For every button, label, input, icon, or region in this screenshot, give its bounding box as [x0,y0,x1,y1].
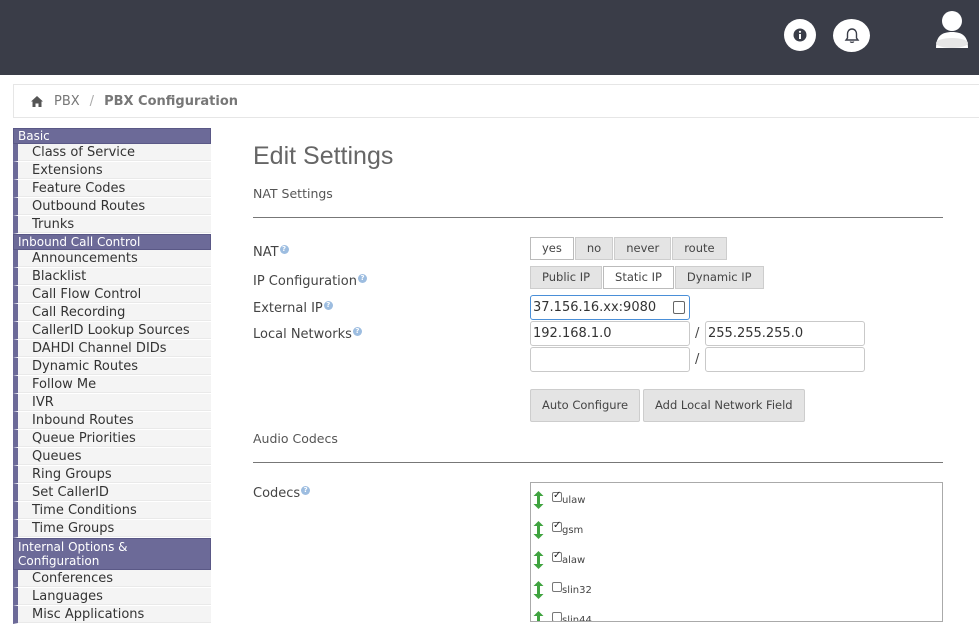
codec-item: ulaw [531,490,585,510]
sidebar-item-time-conditions[interactable]: Time Conditions [13,502,211,520]
sidebar-item-time-groups[interactable]: Time Groups [13,520,211,538]
drag-handle-icon[interactable] [533,611,544,622]
help-icon[interactable]: ? [279,245,289,254]
user-avatar-icon[interactable] [934,8,970,48]
sidebar-item-announcements[interactable]: Announcements [13,250,211,268]
nat-settings-heading: NAT Settings [253,186,333,201]
help-icon[interactable]: ? [301,486,311,495]
add-local-network-field-button[interactable]: Add Local Network Field [643,389,805,422]
drag-handle-icon[interactable] [533,521,544,539]
sidebar-item-outbound-routes[interactable]: Outbound Routes [13,198,211,216]
ip-configuration-label: IP Configuration? [253,274,367,289]
drag-handle-icon[interactable] [533,491,544,509]
sidebar-item-languages[interactable]: Languages [13,588,211,606]
sidebar-item-blacklist[interactable]: Blacklist [13,268,211,286]
keyboard-icon[interactable] [673,301,685,314]
sidebar-item-dahdi-channel-dids[interactable]: DAHDI Channel DIDs [13,340,211,358]
ip-option-static[interactable]: Static IP [603,266,674,289]
local-network-mask-input[interactable]: 255.255.255.0 [705,321,865,346]
notifications-button[interactable] [833,19,870,52]
nat-option-yes[interactable]: yes [530,237,574,260]
codec-name: slin44 [562,614,592,622]
sidebar-item-queues[interactable]: Queues [13,448,211,466]
sidebar-item-ring-groups[interactable]: Ring Groups [13,466,211,484]
breadcrumb-separator: / [89,93,95,109]
nat-button-group: yes no never route [530,237,728,260]
sidebar-item-call-flow-control[interactable]: Call Flow Control [13,286,211,304]
codec-name: slin32 [562,584,592,596]
sidebar-section-basic[interactable]: Basic [13,128,211,144]
codecs-label: Codecs? [253,486,311,501]
sidebar: Basic Class of Service Extensions Featur… [13,128,211,624]
help-icon[interactable]: ? [352,327,362,336]
sidebar-item-inbound-routes[interactable]: Inbound Routes [13,412,211,430]
page-title: Edit Settings [253,142,394,170]
network-separator: / [695,326,700,341]
top-navbar [0,0,979,75]
sidebar-item-conferences[interactable]: Conferences [13,570,211,588]
local-network-mask-input[interactable] [705,347,865,372]
bell-icon [844,27,859,43]
local-network-input[interactable]: 192.168.1.0 [530,321,690,346]
local-networks-label: Local Networks? [253,327,362,342]
sidebar-section-internal-options[interactable]: Internal Options & Configuration [13,538,211,570]
codec-item: slin44 [531,610,592,622]
external-ip-label: External IP? [253,301,333,316]
audio-codecs-heading: Audio Codecs [253,431,338,446]
nat-option-no[interactable]: no [574,237,614,260]
codec-item: gsm [531,520,583,540]
sidebar-item-feature-codes[interactable]: Feature Codes [13,180,211,198]
ip-option-public[interactable]: Public IP [530,266,603,289]
sidebar-item-callerid-lookup-sources[interactable]: CallerID Lookup Sources [13,322,211,340]
drag-handle-icon[interactable] [533,581,544,599]
drag-handle-icon[interactable] [533,551,544,569]
sidebar-section-inbound-call-control[interactable]: Inbound Call Control [13,234,211,250]
nat-option-route[interactable]: route [672,237,727,260]
sidebar-item-trunks[interactable]: Trunks [13,216,211,234]
auto-configure-button[interactable]: Auto Configure [530,389,641,422]
breadcrumb: PBX / PBX Configuration [13,84,979,118]
nat-label: NAT? [253,245,289,260]
local-network-input[interactable] [530,347,690,372]
nat-option-never[interactable]: never [614,237,672,260]
sidebar-item-ivr[interactable]: IVR [13,394,211,412]
sidebar-item-call-recording[interactable]: Call Recording [13,304,211,322]
codec-checkbox[interactable] [552,550,562,562]
info-circle-icon [793,28,807,42]
ip-configuration-button-group: Public IP Static IP Dynamic IP [530,266,765,289]
codec-checkbox[interactable] [552,520,562,532]
codec-checkbox[interactable] [552,581,562,592]
codec-item: alaw [531,550,585,570]
info-button[interactable] [784,19,816,51]
external-ip-input[interactable]: 37.156.16.xx:9080 [530,295,690,320]
breadcrumb-item-pbx[interactable]: PBX [54,94,80,109]
sidebar-item-class-of-service[interactable]: Class of Service [13,144,211,162]
breadcrumb-item-pbx-configuration: PBX Configuration [104,93,239,109]
sidebar-item-dynamic-routes[interactable]: Dynamic Routes [13,358,211,376]
ip-option-dynamic[interactable]: Dynamic IP [674,266,764,289]
codec-name: ulaw [562,494,586,506]
sidebar-item-queue-priorities[interactable]: Queue Priorities [13,430,211,448]
section-divider [253,462,943,463]
codec-checkbox[interactable] [552,611,562,621]
home-icon[interactable] [31,95,43,107]
codec-checkbox[interactable] [552,490,562,502]
network-separator: / [695,352,700,367]
help-icon[interactable]: ? [323,301,333,310]
section-divider [253,217,943,218]
sidebar-item-extensions[interactable]: Extensions [13,162,211,180]
sidebar-item-misc-applications[interactable]: Misc Applications [13,606,211,624]
sidebar-item-set-callerid[interactable]: Set CallerID [13,484,211,502]
codecs-list: ulaw gsm alaw slin32 slin44 [530,482,943,622]
codec-name: alaw [562,554,586,566]
help-icon[interactable]: ? [357,274,367,283]
codec-name: gsm [562,524,584,536]
sidebar-item-follow-me[interactable]: Follow Me [13,376,211,394]
codec-item: slin32 [531,580,592,600]
